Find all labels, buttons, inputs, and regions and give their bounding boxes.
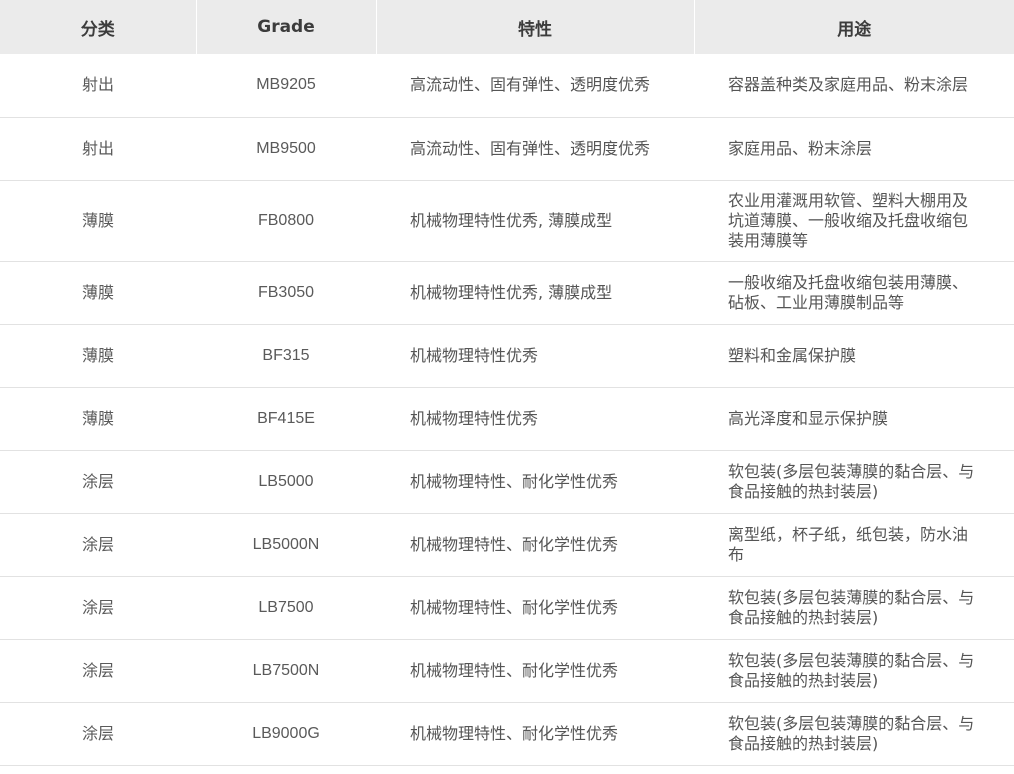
cell-grade: LB9000G: [196, 702, 376, 766]
cell-grade: LB5000N: [196, 513, 376, 577]
table-row: 涂层 LB7500 机械物理特性、耐化学性优秀 软包装(多层包装薄膜的黏合层、与…: [0, 576, 1014, 640]
cell-property: 机械物理特性、耐化学性优秀: [376, 702, 694, 766]
table-row: 涂层 LB9000G 机械物理特性、耐化学性优秀 软包装(多层包装薄膜的黏合层、…: [0, 702, 1014, 766]
product-spec-table: 分类 Grade 特性 用途 射出 MB9205 高流动性、固有弹性、透明度优秀…: [0, 0, 1014, 766]
cell-use: 软包装(多层包装薄膜的黏合层、与食品接触的热封装层): [694, 702, 1014, 766]
cell-use: 容器盖种类及家庭用品、粉末涂层: [694, 54, 1014, 118]
header-row: 分类 Grade 特性 用途: [0, 0, 1014, 54]
cell-use: 软包装(多层包装薄膜的黏合层、与食品接触的热封装层): [694, 576, 1014, 640]
cell-property: 机械物理特性优秀, 薄膜成型: [376, 261, 694, 325]
cell-grade: FB3050: [196, 261, 376, 325]
cell-property: 机械物理特性、耐化学性优秀: [376, 576, 694, 640]
cell-use: 一般收缩及托盘收缩包装用薄膜、砧板、工业用薄膜制品等: [694, 261, 1014, 325]
header-property: 特性: [376, 0, 695, 54]
cell-grade: FB0800: [196, 180, 376, 262]
cell-category: 涂层: [0, 513, 196, 577]
cell-property: 高流动性、固有弹性、透明度优秀: [376, 54, 694, 118]
table-header: 分类 Grade 特性 用途: [0, 0, 1014, 54]
cell-use: 家庭用品、粉末涂层: [694, 117, 1014, 181]
table-body: 射出 MB9205 高流动性、固有弹性、透明度优秀 容器盖种类及家庭用品、粉末涂…: [0, 54, 1014, 766]
cell-grade: MB9500: [196, 117, 376, 181]
table-row: 薄膜 BF415E 机械物理特性优秀 高光泽度和显示保护膜: [0, 387, 1014, 451]
table-row: 薄膜 FB0800 机械物理特性优秀, 薄膜成型 农业用灌溉用软管、塑料大棚用及…: [0, 180, 1014, 262]
cell-property: 机械物理特性优秀: [376, 324, 694, 388]
cell-use: 离型纸，杯子纸，纸包装，防水油布: [694, 513, 1014, 577]
cell-category: 射出: [0, 117, 196, 181]
cell-use: 农业用灌溉用软管、塑料大棚用及坑道薄膜、一般收缩及托盘收缩包装用薄膜等: [694, 180, 1014, 262]
cell-category: 涂层: [0, 450, 196, 514]
cell-grade: LB5000: [196, 450, 376, 514]
cell-property: 高流动性、固有弹性、透明度优秀: [376, 117, 694, 181]
cell-category: 薄膜: [0, 324, 196, 388]
cell-category: 薄膜: [0, 180, 196, 262]
header-use: 用途: [694, 0, 1014, 54]
cell-category: 涂层: [0, 576, 196, 640]
cell-grade: LB7500N: [196, 639, 376, 703]
cell-property: 机械物理特性、耐化学性优秀: [376, 450, 694, 514]
cell-category: 射出: [0, 54, 196, 118]
cell-use: 高光泽度和显示保护膜: [694, 387, 1014, 451]
table-row: 涂层 LB5000 机械物理特性、耐化学性优秀 软包装(多层包装薄膜的黏合层、与…: [0, 450, 1014, 514]
cell-property: 机械物理特性优秀: [376, 387, 694, 451]
cell-property: 机械物理特性、耐化学性优秀: [376, 639, 694, 703]
cell-grade: LB7500: [196, 576, 376, 640]
cell-use: 塑料和金属保护膜: [694, 324, 1014, 388]
cell-use: 软包装(多层包装薄膜的黏合层、与食品接触的热封装层): [694, 450, 1014, 514]
cell-grade: MB9205: [196, 54, 376, 118]
table-row: 薄膜 FB3050 机械物理特性优秀, 薄膜成型 一般收缩及托盘收缩包装用薄膜、…: [0, 261, 1014, 325]
cell-use: 软包装(多层包装薄膜的黏合层、与食品接触的热封装层): [694, 639, 1014, 703]
table-row: 涂层 LB7500N 机械物理特性、耐化学性优秀 软包装(多层包装薄膜的黏合层、…: [0, 639, 1014, 703]
table-row: 涂层 LB5000N 机械物理特性、耐化学性优秀 离型纸，杯子纸，纸包装，防水油…: [0, 513, 1014, 577]
cell-grade: BF315: [196, 324, 376, 388]
cell-category: 薄膜: [0, 261, 196, 325]
cell-category: 涂层: [0, 702, 196, 766]
table-row: 射出 MB9205 高流动性、固有弹性、透明度优秀 容器盖种类及家庭用品、粉末涂…: [0, 54, 1014, 118]
header-grade: Grade: [196, 0, 377, 54]
table-row: 射出 MB9500 高流动性、固有弹性、透明度优秀 家庭用品、粉末涂层: [0, 117, 1014, 181]
cell-property: 机械物理特性、耐化学性优秀: [376, 513, 694, 577]
cell-grade: BF415E: [196, 387, 376, 451]
cell-category: 涂层: [0, 639, 196, 703]
cell-property: 机械物理特性优秀, 薄膜成型: [376, 180, 694, 262]
cell-category: 薄膜: [0, 387, 196, 451]
header-category: 分类: [0, 0, 197, 54]
table-row: 薄膜 BF315 机械物理特性优秀 塑料和金属保护膜: [0, 324, 1014, 388]
